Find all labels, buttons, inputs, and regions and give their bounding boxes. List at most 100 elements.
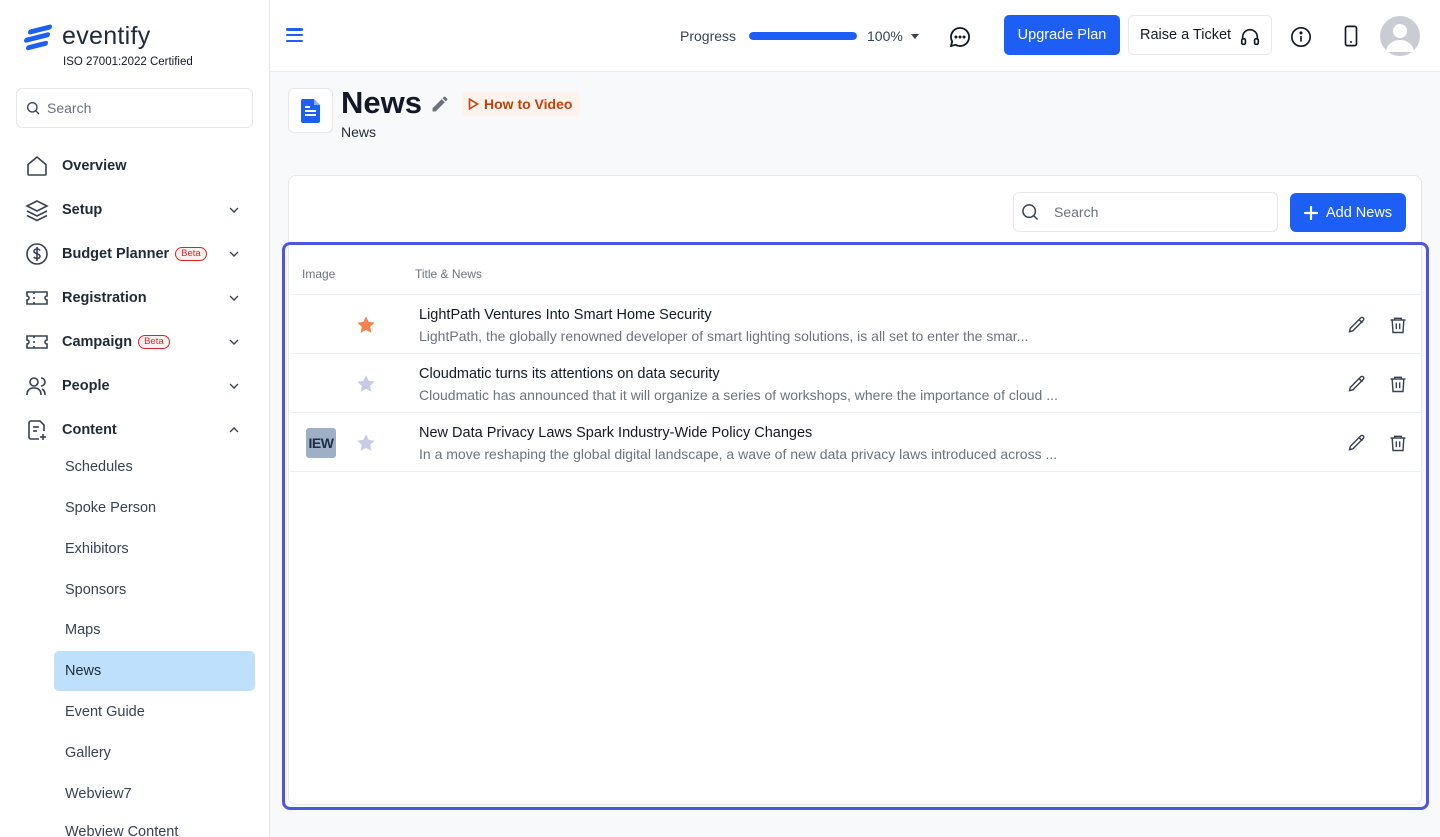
sidebar-item-people[interactable]: People: [24, 370, 246, 402]
star-icon[interactable]: [355, 314, 377, 336]
mobile-preview-icon[interactable]: [1341, 25, 1361, 47]
sidebar-item-campaign[interactable]: Campaign Beta: [24, 326, 246, 358]
document-icon: [300, 98, 320, 123]
sidebar-item-label: Content: [62, 422, 117, 438]
page-breadcrumb: News: [341, 124, 377, 140]
news-search: [1013, 192, 1278, 232]
table-header: Image Title & News: [290, 248, 1422, 295]
sidebar-item-exhibitors[interactable]: Exhibitors: [54, 529, 255, 569]
caret-down-icon[interactable]: [911, 34, 919, 39]
iso-certification: ISO 27001:2022 Certified: [63, 56, 193, 68]
how-to-video-button[interactable]: How to Video: [462, 92, 581, 116]
user-avatar[interactable]: [1380, 16, 1420, 56]
sidebar-item-label: Budget Planner: [62, 246, 170, 262]
star-icon[interactable]: [355, 373, 377, 395]
eventify-logo-icon: [24, 23, 54, 51]
how-to-video-label: How to Video: [484, 96, 573, 112]
menu-toggle-icon[interactable]: [286, 28, 303, 42]
layers-icon: [24, 197, 50, 223]
chevron-down-icon: [229, 339, 239, 345]
raise-ticket-button[interactable]: Raise a Ticket: [1128, 15, 1272, 55]
search-icon: [27, 102, 40, 115]
chevron-down-icon: [229, 207, 239, 213]
sidebar: eventify ISO 27001:2022 Certified Overvi…: [0, 0, 270, 837]
news-title: LightPath Ventures Into Smart Home Secur…: [419, 307, 712, 323]
trash-icon[interactable]: [1388, 433, 1408, 453]
progress-bar-fill: [749, 32, 857, 40]
sidebar-item-webview7[interactable]: Webview7: [54, 774, 255, 814]
sidebar-item-setup[interactable]: Setup: [24, 194, 246, 226]
star-icon[interactable]: [355, 432, 377, 454]
beta-badge: Beta: [138, 335, 170, 349]
news-page-icon: [288, 88, 333, 133]
upgrade-plan-button[interactable]: Upgrade Plan: [1004, 15, 1120, 55]
trash-icon[interactable]: [1388, 315, 1408, 335]
dollar-icon: [24, 241, 50, 267]
news-description: LightPath, the globally renowned develop…: [419, 328, 1029, 344]
column-header-image: Image: [302, 267, 336, 281]
user-avatar-icon: [1386, 24, 1414, 52]
news-title: New Data Privacy Laws Spark Industry-Wid…: [419, 425, 813, 441]
edit-icon[interactable]: [1347, 374, 1367, 394]
progress-label: Progress: [680, 28, 737, 44]
headset-icon: [1240, 28, 1260, 46]
sidebar-search: [16, 88, 253, 128]
sidebar-item-news[interactable]: News: [54, 651, 255, 691]
sidebar-item-overview[interactable]: Overview: [24, 150, 246, 182]
add-news-button[interactable]: Add News: [1290, 193, 1406, 232]
table-row[interactable]: IEW New Data Privacy Laws Spark Industry…: [290, 413, 1422, 472]
sidebar-item-registration[interactable]: Registration: [24, 282, 246, 314]
sidebar-search-input[interactable]: [47, 100, 237, 116]
table-row[interactable]: Cloudmatic turns its attentions on data …: [290, 354, 1422, 413]
eventify-logo[interactable]: eventify: [24, 22, 151, 51]
play-icon: [468, 98, 479, 110]
users-icon: [24, 373, 50, 399]
sidebar-item-label: Overview: [62, 158, 127, 174]
news-search-input[interactable]: [1054, 204, 1254, 220]
news-list-card: Add News Image Title & News LightPath Ve…: [288, 175, 1422, 805]
ticket-icon: [24, 329, 50, 355]
sidebar-item-label: Campaign: [62, 334, 133, 350]
sidebar-item-spoke-person[interactable]: Spoke Person: [54, 488, 255, 528]
news-thumbnail[interactable]: IEW: [306, 428, 336, 458]
content-icon: [24, 417, 50, 443]
sidebar-item-schedules[interactable]: Schedules: [54, 447, 255, 487]
chat-icon[interactable]: [948, 25, 972, 49]
top-bar: Progress 100% Upgrade Plan Raise a Ticke…: [270, 0, 1440, 72]
pencil-icon[interactable]: [430, 94, 450, 114]
info-icon[interactable]: [1290, 26, 1312, 48]
trash-icon[interactable]: [1388, 374, 1408, 394]
progress-bar: [749, 32, 857, 40]
sidebar-item-label: People: [62, 378, 110, 394]
sidebar-item-gallery[interactable]: Gallery: [54, 733, 255, 773]
ticket-icon: [24, 285, 50, 311]
news-thumbnail-text: IEW: [308, 435, 334, 451]
page-title: News: [341, 85, 422, 120]
sidebar-item-maps[interactable]: Maps: [54, 610, 255, 650]
chevron-down-icon: [229, 383, 239, 389]
sidebar-item-budget-planner[interactable]: Budget Planner Beta: [24, 238, 246, 270]
sidebar-item-sponsors[interactable]: Sponsors: [54, 570, 255, 610]
sidebar-item-content[interactable]: Content: [24, 414, 246, 446]
progress-percent: 100%: [867, 28, 903, 44]
sidebar-item-label: Setup: [62, 202, 103, 218]
news-description: Cloudmatic has announced that it will or…: [419, 387, 1058, 403]
chevron-down-icon: [229, 295, 239, 301]
table-row[interactable]: LightPath Ventures Into Smart Home Secur…: [290, 295, 1422, 354]
edit-icon[interactable]: [1347, 433, 1367, 453]
search-icon: [1022, 204, 1039, 221]
add-news-label: Add News: [1325, 204, 1393, 221]
home-icon: [24, 153, 50, 179]
news-title: Cloudmatic turns its attentions on data …: [419, 366, 720, 382]
chevron-up-icon: [229, 427, 239, 433]
column-header-title: Title & News: [415, 267, 482, 281]
raise-ticket-label: Raise a Ticket: [1140, 27, 1232, 43]
sidebar-item-event-guide[interactable]: Event Guide: [54, 692, 255, 732]
edit-icon[interactable]: [1347, 315, 1367, 335]
news-description: In a move reshaping the global digital l…: [419, 446, 1058, 462]
sidebar-item-webview-content[interactable]: Webview Content: [54, 812, 255, 837]
beta-badge: Beta: [175, 247, 207, 261]
sidebar-item-label: Registration: [62, 290, 147, 306]
chevron-down-icon: [229, 251, 239, 257]
plus-icon: [1303, 205, 1318, 220]
